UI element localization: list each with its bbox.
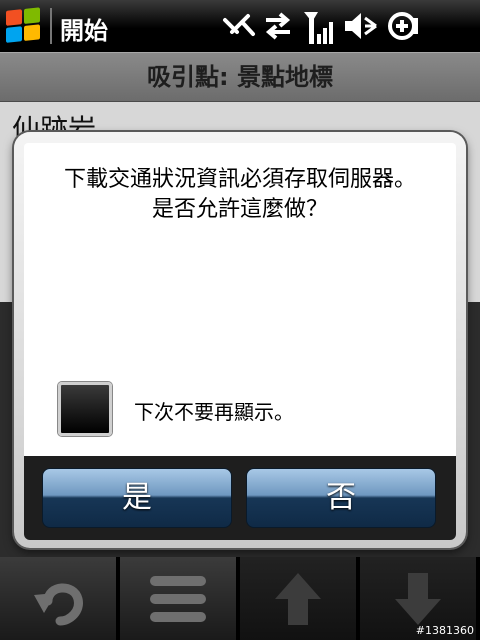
page-title: 吸引點: 景點地標 (0, 52, 480, 102)
volume-muted-icon[interactable] (343, 10, 379, 42)
yes-button[interactable]: 是 (42, 468, 232, 528)
dialog-message-line1: 下載交通狀況資訊必須存取伺服器。 (63, 167, 416, 192)
menu-button[interactable] (120, 557, 238, 640)
watermark: #1381360 (415, 624, 474, 637)
status-bar: 開始 (0, 0, 480, 52)
back-button[interactable] (0, 557, 118, 640)
no-button[interactable]: 否 (246, 468, 436, 528)
bottom-toolbar: #1381360 (0, 557, 480, 640)
signal-strength-icon[interactable] (303, 10, 337, 44)
battery-charging-icon[interactable] (386, 10, 422, 42)
data-transfer-icon[interactable] (262, 10, 294, 42)
back-icon (34, 583, 83, 625)
arrow-up-icon (275, 572, 321, 625)
arrow-down-icon (395, 572, 441, 625)
windows-logo-icon (6, 7, 42, 45)
start-label: 開始 (60, 17, 108, 45)
start-button[interactable]: 開始 (0, 0, 140, 52)
scroll-up-button[interactable] (240, 557, 358, 640)
dialog-message-line2: 是否允許這麼做？ (151, 197, 328, 222)
start-separator (50, 8, 52, 44)
dialog-message: 下載交通狀況資訊必須存取伺服器。 是否允許這麼做？ (24, 165, 456, 225)
connectivity-icon[interactable] (222, 10, 256, 42)
dialog-body: 下載交通狀況資訊必須存取伺服器。 是否允許這麼做？ 下次不要再顯示。 (24, 143, 456, 456)
dont-show-again-checkbox[interactable] (58, 382, 112, 436)
menu-icon (150, 575, 206, 622)
dont-show-again-label[interactable]: 下次不要再顯示。 (134, 396, 294, 425)
dialog-button-bar: 是 否 (24, 456, 456, 540)
